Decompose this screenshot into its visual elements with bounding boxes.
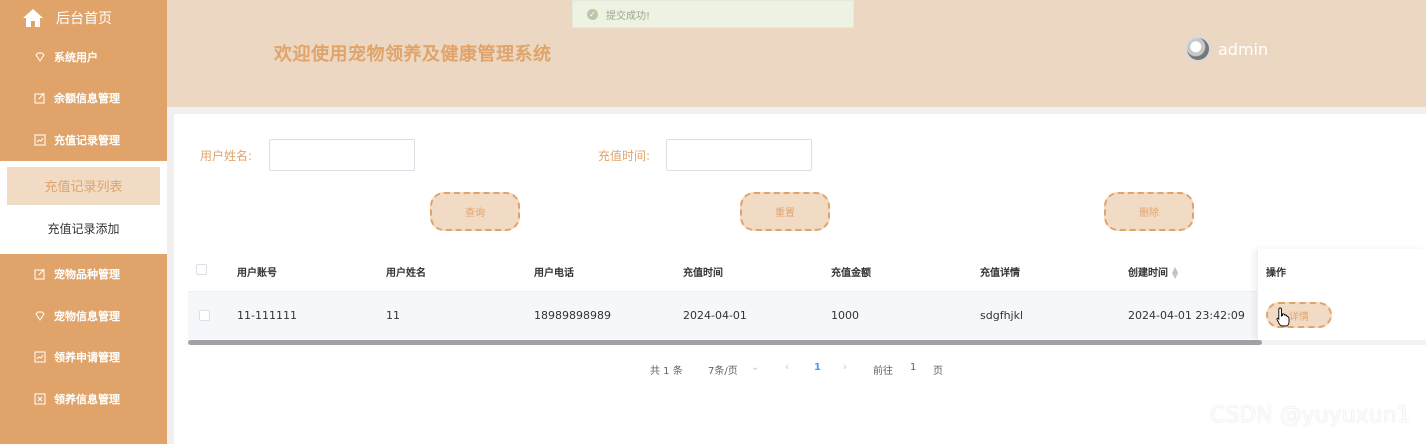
select-all-checkbox[interactable] [196,264,207,275]
cell-created: 2024-04-01 23:42:09 [1128,309,1245,322]
sidebar: 后台首页 系统用户 余额信息管理 充值记录管理 充值记录列表 充值记录添加 宠物… [0,0,167,444]
sidebar-home[interactable]: 后台首页 [0,0,167,36]
close-box-icon [34,393,46,405]
goto-suffix: 页 [933,366,943,377]
cell-name: 11 [386,309,400,322]
page-size-select[interactable]: 7条/页 [708,362,738,377]
page-number[interactable]: 1 [814,362,821,373]
sidebar-item-label: 宠物品种管理 [54,268,120,282]
cell-recharge-time: 2024-04-01 [683,309,747,322]
user-menu[interactable]: admin [1185,36,1268,62]
col-header-created[interactable]: 创建时间 ▲ ▼ [1128,264,1178,280]
watermark: CSDN @yuyuxun1 [1210,403,1411,428]
hand-cursor-icon [1276,307,1290,327]
cell-detail: sdgfhjkl [980,309,1024,322]
table-row: 11-111111 11 18989898989 2024-04-01 1000… [188,291,1426,339]
col-header: 用户电话 [534,268,574,279]
edit-icon [34,92,46,104]
submenu-recharge-add[interactable]: 充值记录添加 [7,210,160,248]
name-label: 用户姓名: [200,149,253,163]
query-button[interactable]: 查询 [430,192,520,231]
sidebar-item-pet-info[interactable]: 宠物信息管理 [0,295,167,337]
sidebar-item-label: 充值记录管理 [54,133,120,147]
sidebar-item-label: 领养信息管理 [54,392,120,406]
data-table: 用户账号 用户姓名 用户电话 充值时间 充值金额 充值详情 创建时间 ▲ ▼ 11-… [188,249,1426,341]
col-header: 充值金额 [831,268,871,279]
delete-button[interactable]: 删除 [1104,192,1194,231]
cell-amount: 1000 [831,309,859,322]
goto-prefix: 前往 [873,366,893,377]
table-header: 用户账号 用户姓名 用户电话 充值时间 充值金额 充值详情 创建时间 ▲ ▼ [188,249,1426,291]
row-checkbox[interactable] [199,310,210,321]
pagination: 共 1 条 7条/页 ⌄ ‹ 1 › 前往 1 页 [174,362,1426,378]
toast-message: 提交成功! [606,10,651,22]
chevron-down-icon[interactable]: ⌄ [751,362,759,373]
sidebar-home-label: 后台首页 [56,11,112,27]
col-header: 操作 [1266,268,1286,279]
sidebar-item-adopt-apply[interactable]: 领养申请管理 [0,337,167,379]
pager-total: 共 1 条 [650,366,683,377]
col-header: 用户姓名 [386,268,426,279]
prev-page-icon[interactable]: ‹ [785,362,789,373]
edit-icon [34,268,46,280]
sort-icon[interactable]: ▲ ▼ [1172,266,1178,280]
name-input[interactable] [269,139,415,171]
username: admin [1218,39,1269,59]
page-title: 欢迎使用宠物领养及健康管理系统 [274,44,552,65]
cell-account: 11-111111 [237,309,297,322]
time-input[interactable] [666,139,812,171]
sidebar-item-label: 宠物信息管理 [54,309,120,323]
cell-phone: 18989898989 [534,309,611,322]
fixed-action-column: 操作 详情 [1257,249,1426,341]
sidebar-item-label: 余额信息管理 [54,92,120,106]
reset-button[interactable]: 重置 [740,192,830,231]
avatar [1185,36,1211,62]
gem-icon [34,310,46,322]
check-circle-icon: ✓ [587,8,598,20]
next-page-icon[interactable]: › [843,362,847,373]
chart-icon [34,134,46,146]
sidebar-item-adopt-info[interactable]: 领养信息管理 [0,378,167,420]
home-icon [23,9,43,27]
col-header-label: 创建时间 [1128,268,1168,279]
sidebar-submenu: 充值记录列表 充值记录添加 [0,160,167,254]
goto-input[interactable]: 1 [910,362,916,373]
col-header: 充值时间 [683,268,723,279]
time-label: 充值时间: [598,149,651,163]
success-toast: ✓ 提交成功! [572,0,854,28]
submenu-recharge-list[interactable]: 充值记录列表 [7,166,160,205]
main-panel: 用户姓名: 充值时间: 查询 重置 删除 用户账号 用户姓名 用户电话 充值时间… [174,114,1426,444]
horizontal-scrollbar[interactable] [188,340,1262,345]
sidebar-item-pet-breed[interactable]: 宠物品种管理 [0,254,167,296]
sidebar-item-label: 领养申请管理 [54,351,120,365]
sidebar-item-system-users[interactable]: 系统用户 [0,36,167,78]
sidebar-item-label: 系统用户 [54,50,98,64]
gem-icon [34,51,46,63]
col-header: 用户账号 [237,268,277,279]
col-header: 充值详情 [980,268,1020,279]
sidebar-item-balance[interactable]: 余额信息管理 [0,78,167,120]
chart-icon [34,351,46,363]
sidebar-item-recharge[interactable]: 充值记录管理 [0,119,167,161]
